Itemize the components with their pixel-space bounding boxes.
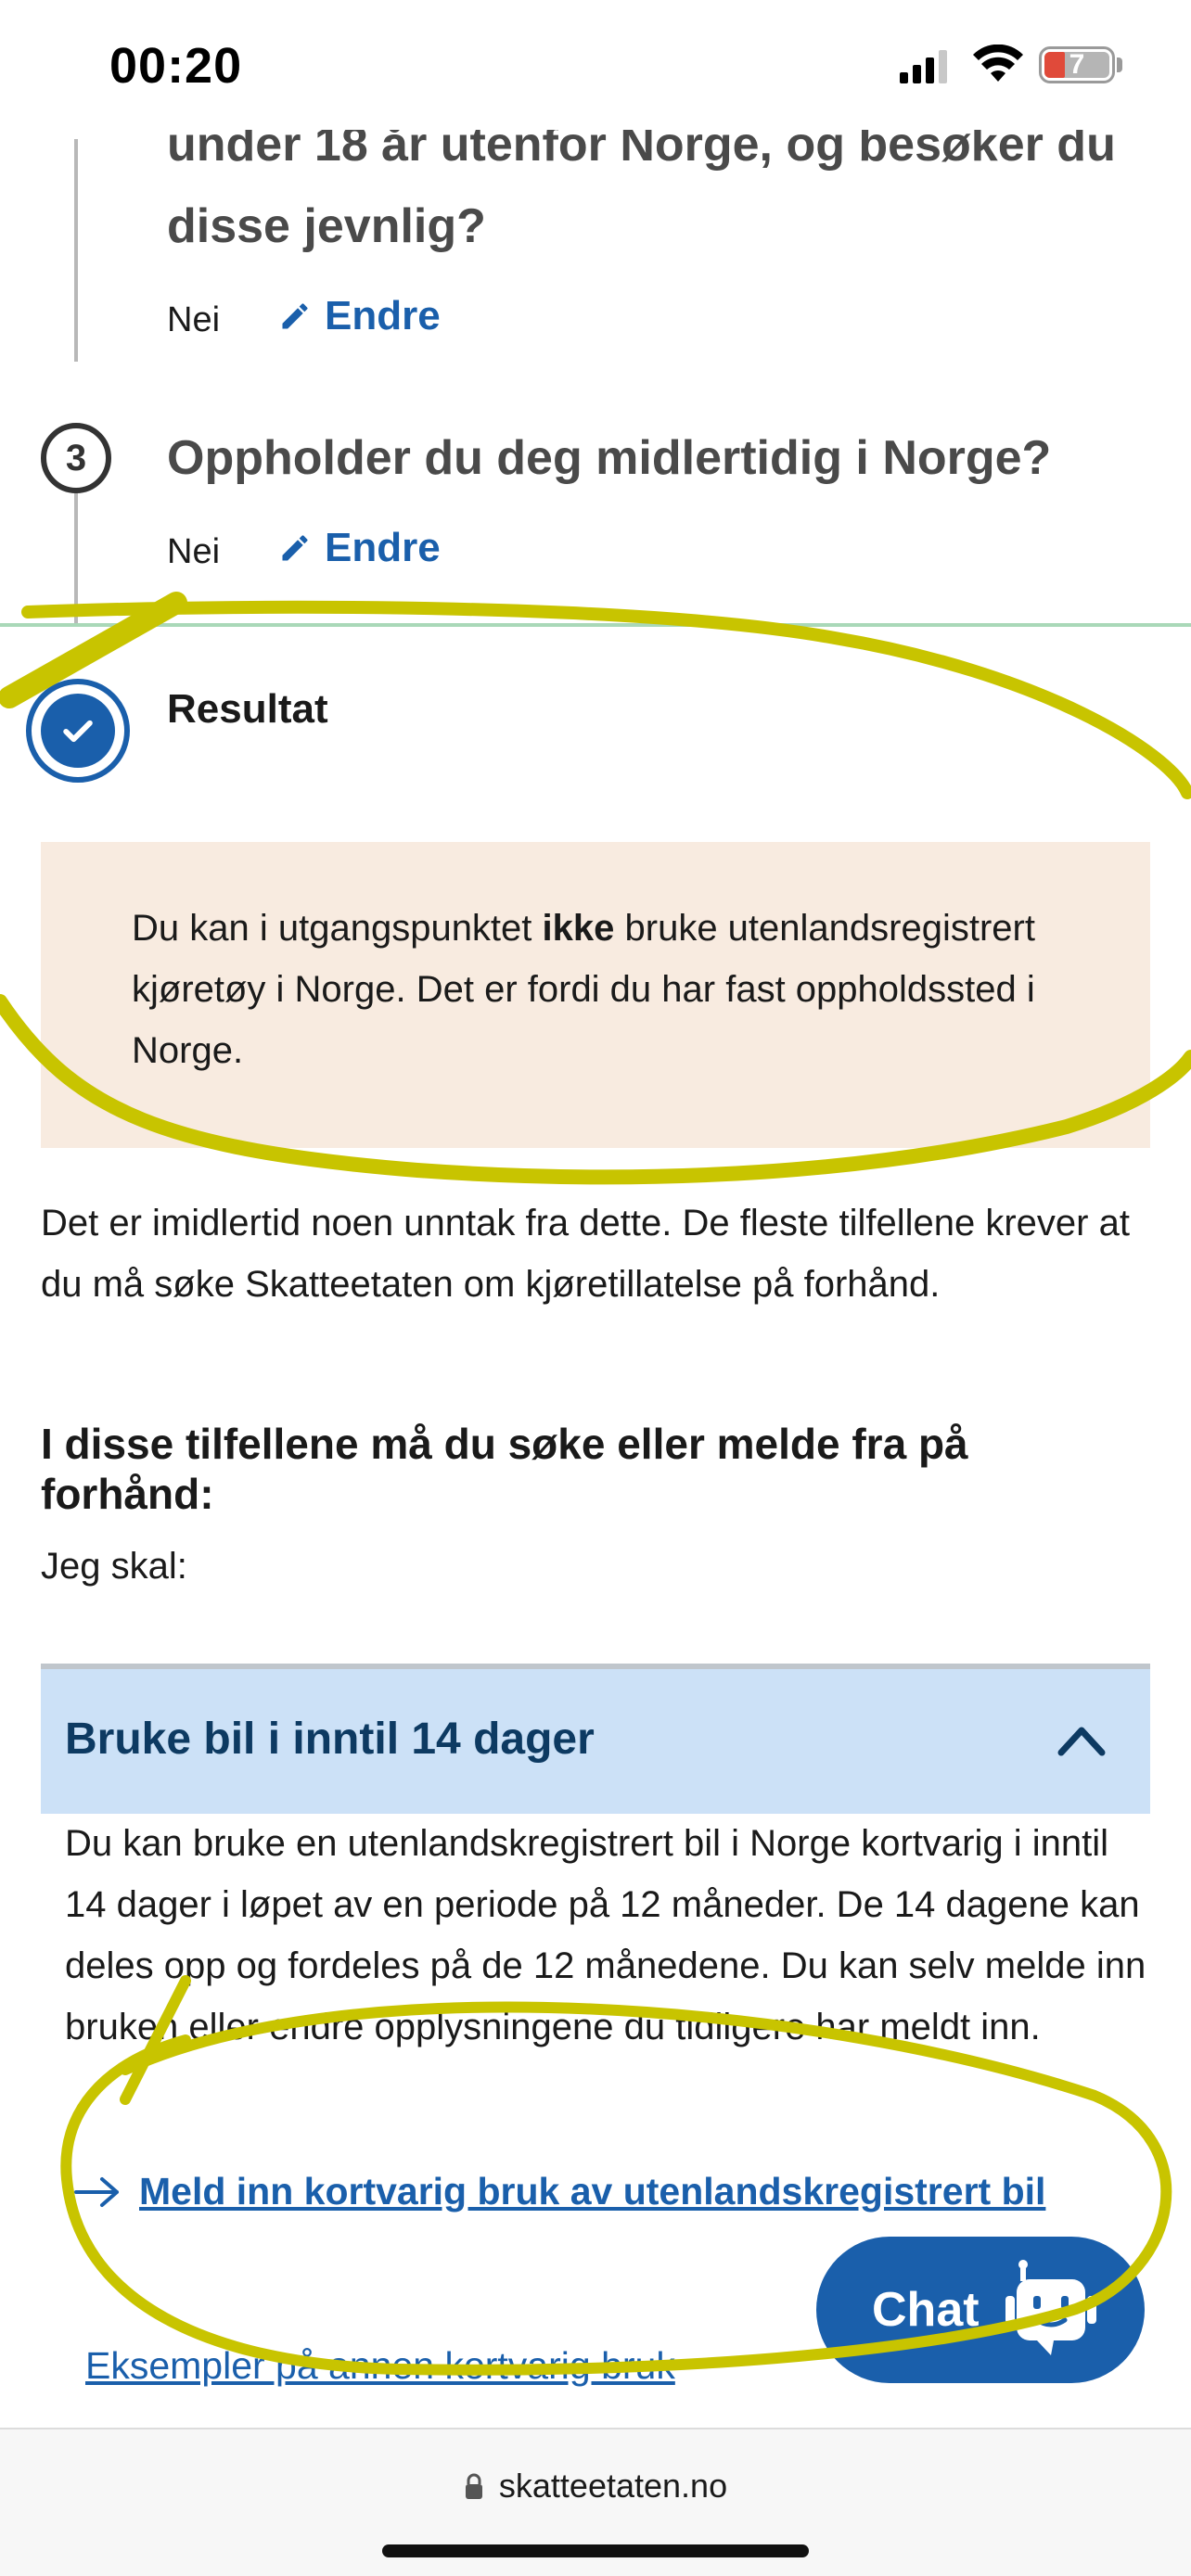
section-subtext: Jeg skal:: [41, 1546, 187, 1587]
pencil-icon: [282, 535, 308, 561]
arrow-right-icon: [74, 2176, 119, 2207]
edit-step-2-link[interactable]: Endre: [278, 293, 441, 339]
result-notice-text: Du kan i utgangspunktet ikke bruke utenl…: [132, 908, 1035, 1071]
result-notice: Du kan i utgangspunktet ikke bruke utenl…: [41, 842, 1150, 1148]
other-examples-link[interactable]: Eksempler på annen kortvarig bruk: [85, 2344, 675, 2388]
status-time: 00:20: [109, 38, 243, 94]
address-bar[interactable]: skatteetaten.no: [0, 2467, 1191, 2506]
step-connector: [74, 139, 78, 362]
edit-label: Endre: [325, 525, 441, 570]
accordion-title: Bruke bil i inntil 14 dager: [65, 1715, 595, 1764]
chevron-up-icon: [1057, 1727, 1106, 1756]
battery-icon: 7: [1039, 46, 1115, 83]
browser-bottom-bar: skatteetaten.no: [0, 2428, 1191, 2576]
result-check-badge: [26, 679, 130, 783]
report-short-use-link-label: Meld inn kortvarig bruk av utenlandskreg…: [139, 2170, 1046, 2213]
step-3-number: 3: [41, 423, 111, 493]
edit-label: Endre: [325, 293, 441, 338]
chat-label: Chat: [872, 2283, 980, 2337]
chat-button[interactable]: Chat: [816, 2237, 1145, 2383]
accordion-header[interactable]: Bruke bil i inntil 14 dager: [41, 1669, 1150, 1814]
status-bar: 00:20 7: [0, 0, 1191, 130]
step-connector: [74, 493, 78, 623]
wifi-icon: [973, 45, 1023, 82]
result-heading: Resultat: [167, 686, 328, 732]
check-icon: [63, 720, 93, 743]
section-heading: I disse tilfellene må du søke eller meld…: [41, 1420, 968, 1518]
pencil-icon: [282, 303, 308, 329]
lock-icon: [465, 2473, 482, 2499]
step-2-answer: Nei: [167, 300, 221, 339]
step-3-answer: Nei: [167, 532, 221, 571]
intro-text: Det er imidlertid noen unntak fra dette.…: [41, 1203, 1130, 1305]
url-text: skatteetaten.no: [498, 2467, 728, 2505]
chat-bot-icon: [1005, 2260, 1096, 2355]
report-short-use-link[interactable]: Meld inn kortvarig bruk av utenlandskreg…: [72, 2170, 1045, 2213]
accordion-body: Du kan bruke en utenlandskregistrert bil…: [65, 1823, 1146, 2047]
divider: [0, 623, 1191, 627]
signal-icon: [900, 50, 947, 83]
step-3-question: Oppholder du deg midlertidig i Norge?: [167, 431, 1052, 485]
edit-step-3-link[interactable]: Endre: [278, 525, 441, 571]
home-indicator[interactable]: [382, 2544, 809, 2557]
battery-level: 7: [1069, 49, 1085, 80]
